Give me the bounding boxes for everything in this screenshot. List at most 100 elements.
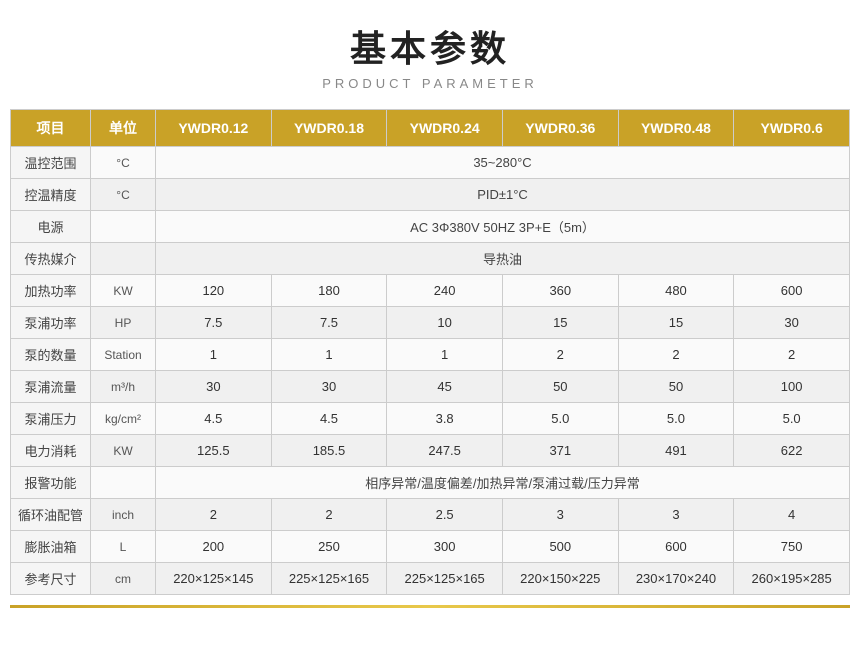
value-cell: 480 bbox=[618, 275, 734, 307]
value-cell: 2 bbox=[618, 339, 734, 371]
value-cell: 371 bbox=[502, 435, 618, 467]
value-cell: 2.5 bbox=[387, 499, 503, 531]
column-header: YWDR0.48 bbox=[618, 110, 734, 147]
column-header: 项目 bbox=[11, 110, 91, 147]
table-row: 泵浦压力kg/cm²4.54.53.85.05.05.0 bbox=[11, 403, 850, 435]
value-cell: 240 bbox=[387, 275, 503, 307]
value-cell: 750 bbox=[734, 531, 850, 563]
value-cell: 2 bbox=[156, 499, 272, 531]
value-cell: 230×170×240 bbox=[618, 563, 734, 595]
value-cell: 100 bbox=[734, 371, 850, 403]
unit-cell bbox=[91, 211, 156, 243]
column-header: YWDR0.36 bbox=[502, 110, 618, 147]
table-row: 泵浦流量m³/h3030455050100 bbox=[11, 371, 850, 403]
table-row: 参考尺寸cm220×125×145225×125×165225×125×1652… bbox=[11, 563, 850, 595]
unit-cell: m³/h bbox=[91, 371, 156, 403]
table-row: 传热媒介导热油 bbox=[11, 243, 850, 275]
table-row: 电源 AC 3Φ380V 50HZ 3P+E（5m） bbox=[11, 211, 850, 243]
value-cell: 1 bbox=[271, 339, 387, 371]
table-row: 泵浦功率HP7.57.510151530 bbox=[11, 307, 850, 339]
table-row: 控温精度°CPID±1°C bbox=[11, 179, 850, 211]
row-label: 电源 bbox=[11, 211, 91, 243]
value-cell: 30 bbox=[156, 371, 272, 403]
value-cell: 7.5 bbox=[156, 307, 272, 339]
unit-cell: inch bbox=[91, 499, 156, 531]
value-cell: 200 bbox=[156, 531, 272, 563]
value-cell: 600 bbox=[618, 531, 734, 563]
table-row: 泵的数量Station111222 bbox=[11, 339, 850, 371]
value-cell: 3 bbox=[618, 499, 734, 531]
row-label: 泵的数量 bbox=[11, 339, 91, 371]
unit-cell: °C bbox=[91, 179, 156, 211]
unit-cell: Station bbox=[91, 339, 156, 371]
unit-cell bbox=[91, 467, 156, 499]
value-cell: 600 bbox=[734, 275, 850, 307]
span-value: 相序异常/温度偏差/加热异常/泵浦过载/压力异常 bbox=[156, 467, 850, 499]
value-cell: 1 bbox=[156, 339, 272, 371]
value-cell: 4 bbox=[734, 499, 850, 531]
value-cell: 225×125×165 bbox=[387, 563, 503, 595]
value-cell: 3 bbox=[502, 499, 618, 531]
row-label: 温控范围 bbox=[11, 147, 91, 179]
table-row: 加热功率KW120180240360480600 bbox=[11, 275, 850, 307]
value-cell: 125.5 bbox=[156, 435, 272, 467]
value-cell: 2 bbox=[502, 339, 618, 371]
row-label: 泵浦压力 bbox=[11, 403, 91, 435]
value-cell: 2 bbox=[734, 339, 850, 371]
value-cell: 50 bbox=[502, 371, 618, 403]
value-cell: 1 bbox=[387, 339, 503, 371]
column-header: YWDR0.12 bbox=[156, 110, 272, 147]
unit-cell: KW bbox=[91, 275, 156, 307]
sub-title: PRODUCT PARAMETER bbox=[322, 76, 538, 91]
value-cell: 360 bbox=[502, 275, 618, 307]
value-cell: 2 bbox=[271, 499, 387, 531]
value-cell: 250 bbox=[271, 531, 387, 563]
value-cell: 50 bbox=[618, 371, 734, 403]
value-cell: 500 bbox=[502, 531, 618, 563]
value-cell: 30 bbox=[271, 371, 387, 403]
value-cell: 45 bbox=[387, 371, 503, 403]
unit-cell: HP bbox=[91, 307, 156, 339]
unit-cell: L bbox=[91, 531, 156, 563]
value-cell: 260×195×285 bbox=[734, 563, 850, 595]
value-cell: 4.5 bbox=[156, 403, 272, 435]
row-label: 报警功能 bbox=[11, 467, 91, 499]
value-cell: 5.0 bbox=[502, 403, 618, 435]
main-title: 基本参数 bbox=[350, 20, 510, 72]
value-cell: 15 bbox=[618, 307, 734, 339]
unit-cell: °C bbox=[91, 147, 156, 179]
column-header: YWDR0.18 bbox=[271, 110, 387, 147]
unit-cell bbox=[91, 243, 156, 275]
span-value: 35~280°C bbox=[156, 147, 850, 179]
span-value: PID±1°C bbox=[156, 179, 850, 211]
row-label: 传热媒介 bbox=[11, 243, 91, 275]
value-cell: 5.0 bbox=[734, 403, 850, 435]
value-cell: 30 bbox=[734, 307, 850, 339]
value-cell: 247.5 bbox=[387, 435, 503, 467]
value-cell: 300 bbox=[387, 531, 503, 563]
value-cell: 7.5 bbox=[271, 307, 387, 339]
value-cell: 185.5 bbox=[271, 435, 387, 467]
table-row: 膨胀油箱L200250300500600750 bbox=[11, 531, 850, 563]
row-label: 加热功率 bbox=[11, 275, 91, 307]
table-row: 循环油配管inch222.5334 bbox=[11, 499, 850, 531]
value-cell: 225×125×165 bbox=[271, 563, 387, 595]
value-cell: 5.0 bbox=[618, 403, 734, 435]
table-row: 电力消耗KW125.5185.5247.5371491622 bbox=[11, 435, 850, 467]
value-cell: 10 bbox=[387, 307, 503, 339]
value-cell: 180 bbox=[271, 275, 387, 307]
row-label: 参考尺寸 bbox=[11, 563, 91, 595]
bottom-line bbox=[10, 605, 850, 608]
value-cell: 15 bbox=[502, 307, 618, 339]
unit-cell: kg/cm² bbox=[91, 403, 156, 435]
table-row: 温控范围°C35~280°C bbox=[11, 147, 850, 179]
row-label: 泵浦功率 bbox=[11, 307, 91, 339]
column-header: YWDR0.6 bbox=[734, 110, 850, 147]
value-cell: 622 bbox=[734, 435, 850, 467]
span-value: AC 3Φ380V 50HZ 3P+E（5m） bbox=[156, 211, 850, 243]
row-label: 泵浦流量 bbox=[11, 371, 91, 403]
value-cell: 220×125×145 bbox=[156, 563, 272, 595]
value-cell: 3.8 bbox=[387, 403, 503, 435]
row-label: 控温精度 bbox=[11, 179, 91, 211]
param-table: 项目单位YWDR0.12YWDR0.18YWDR0.24YWDR0.36YWDR… bbox=[10, 109, 850, 595]
